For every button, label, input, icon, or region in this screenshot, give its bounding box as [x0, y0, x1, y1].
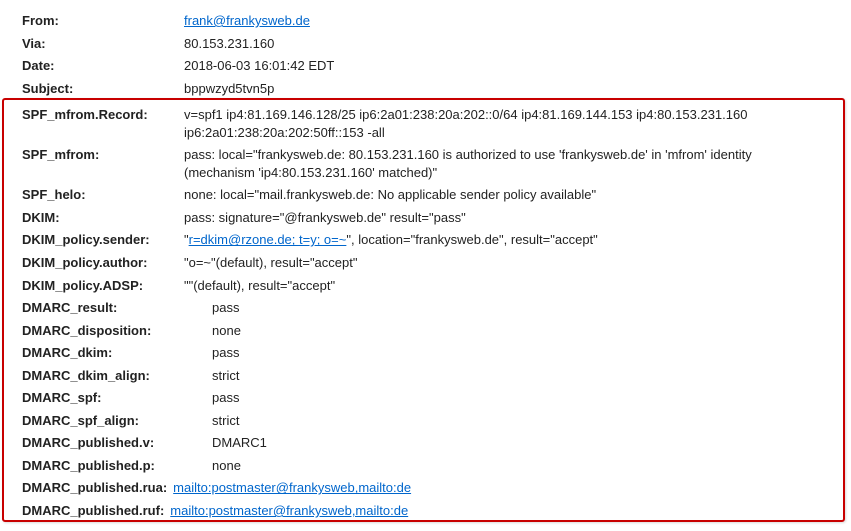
from-label: From: [22, 12, 184, 30]
spf-mfrom-label: SPF_mfrom: [22, 146, 184, 164]
row-dkim-policy-adsp: DKIM_policy.ADSP: ""(default), result="a… [0, 275, 851, 298]
dkim-policy-sender-label: DKIM_policy.sender: [22, 231, 184, 249]
spf-helo-value: none: local="mail.frankysweb.de: No appl… [184, 186, 851, 204]
row-dmarc-dkim-align: DMARC_dkim_align: strict [0, 365, 851, 388]
row-dmarc-published-p: DMARC_published.p: none [0, 455, 851, 478]
dmarc-spf-label: DMARC_spf: [22, 389, 212, 407]
date-label: Date: [22, 57, 184, 75]
dkim-label: DKIM: [22, 209, 184, 227]
dmarc-published-p-label: DMARC_published.p: [22, 457, 212, 475]
row-dkim-policy-sender: DKIM_policy.sender: "r=dkim@rzone.de; t=… [0, 229, 851, 252]
dmarc-published-ruf-label: DMARC_published.ruf: [22, 502, 170, 520]
dmarc-published-rua-label: DMARC_published.rua: [22, 479, 173, 497]
row-subject: Subject: bppwzyd5tvn5p [0, 78, 851, 101]
spf-mfrom-value: pass: local="frankysweb.de: 80.153.231.1… [184, 146, 824, 181]
dmarc-published-ruf-link[interactable]: mailto:postmaster@frankysweb,mailto:de [170, 503, 408, 518]
row-dmarc-published-v: DMARC_published.v: DMARC1 [0, 432, 851, 455]
dmarc-published-rua-value: mailto:postmaster@frankysweb,mailto:de [173, 479, 851, 497]
dmarc-dkim-align-label: DMARC_dkim_align: [22, 367, 212, 385]
row-dmarc-published-rua: DMARC_published.rua: mailto:postmaster@f… [0, 477, 851, 500]
row-from: From: frank@frankysweb.de [0, 10, 851, 33]
dmarc-spf-align-value: strict [212, 412, 851, 430]
dmarc-published-rua-link[interactable]: mailto:postmaster@frankysweb,mailto:de [173, 480, 411, 495]
dkim-policy-sender-value: "r=dkim@rzone.de; t=y; o=~", location="f… [184, 231, 851, 249]
dkim-policy-sender-link[interactable]: r=dkim@rzone.de; t=y; o=~ [189, 232, 347, 247]
dkim-policy-author-value: "o=~"(default), result="accept" [184, 254, 851, 272]
dmarc-disposition-label: DMARC_disposition: [22, 322, 212, 340]
via-label: Via: [22, 35, 184, 53]
row-spf-mfrom: SPF_mfrom: pass: local="frankysweb.de: 8… [0, 144, 851, 184]
dkim-value: pass: signature="@frankysweb.de" result=… [184, 209, 851, 227]
row-spf-helo: SPF_helo: none: local="mail.frankysweb.d… [0, 184, 851, 207]
spf-mfrom-record-label: SPF_mfrom.Record: [22, 106, 184, 124]
dmarc-dkim-label: DMARC_dkim: [22, 344, 212, 362]
dmarc-spf-value: pass [212, 389, 851, 407]
dmarc-result-value: pass [212, 299, 851, 317]
dkim-policy-author-label: DKIM_policy.author: [22, 254, 184, 272]
row-dmarc-published-ruf: DMARC_published.ruf: mailto:postmaster@f… [0, 500, 851, 523]
row-via: Via: 80.153.231.160 [0, 33, 851, 56]
dkim-policy-adsp-value: ""(default), result="accept" [184, 277, 851, 295]
dmarc-spf-align-label: DMARC_spf_align: [22, 412, 212, 430]
from-value: frank@frankysweb.de [184, 12, 851, 30]
from-link[interactable]: frank@frankysweb.de [184, 13, 310, 28]
row-dkim-policy-author: DKIM_policy.author: "o=~"(default), resu… [0, 252, 851, 275]
dkim-policy-adsp-label: DKIM_policy.ADSP: [22, 277, 184, 295]
dmarc-published-p-value: none [212, 457, 851, 475]
row-dmarc-disposition: DMARC_disposition: none [0, 320, 851, 343]
spf-helo-label: SPF_helo: [22, 186, 184, 204]
row-spf-mfrom-record: SPF_mfrom.Record: v=spf1 ip4:81.169.146.… [0, 100, 851, 144]
dkim-policy-sender-suffix: ", location="frankysweb.de", result="acc… [346, 232, 597, 247]
row-date: Date: 2018-06-03 16:01:42 EDT [0, 55, 851, 78]
dmarc-result-label: DMARC_result: [22, 299, 212, 317]
spf-mfrom-record-value: v=spf1 ip4:81.169.146.128/25 ip6:2a01:23… [184, 106, 824, 141]
row-dmarc-dkim: DMARC_dkim: pass [0, 342, 851, 365]
dmarc-dkim-value: pass [212, 344, 851, 362]
dmarc-published-v-label: DMARC_published.v: [22, 434, 212, 452]
dmarc-published-ruf-value: mailto:postmaster@frankysweb,mailto:de [170, 502, 851, 520]
row-dmarc-spf-align: DMARC_spf_align: strict [0, 410, 851, 433]
via-value: 80.153.231.160 [184, 35, 851, 53]
subject-label: Subject: [22, 80, 184, 98]
row-dkim: DKIM: pass: signature="@frankysweb.de" r… [0, 207, 851, 230]
row-dmarc-result: DMARC_result: pass [0, 297, 851, 320]
dmarc-disposition-value: none [212, 322, 851, 340]
dmarc-dkim-align-value: strict [212, 367, 851, 385]
date-value: 2018-06-03 16:01:42 EDT [184, 57, 851, 75]
subject-value: bppwzyd5tvn5p [184, 80, 851, 98]
dmarc-published-v-value: DMARC1 [212, 434, 851, 452]
document-root: From: frank@frankysweb.de Via: 80.153.23… [0, 0, 851, 531]
row-dmarc-spf: DMARC_spf: pass [0, 387, 851, 410]
